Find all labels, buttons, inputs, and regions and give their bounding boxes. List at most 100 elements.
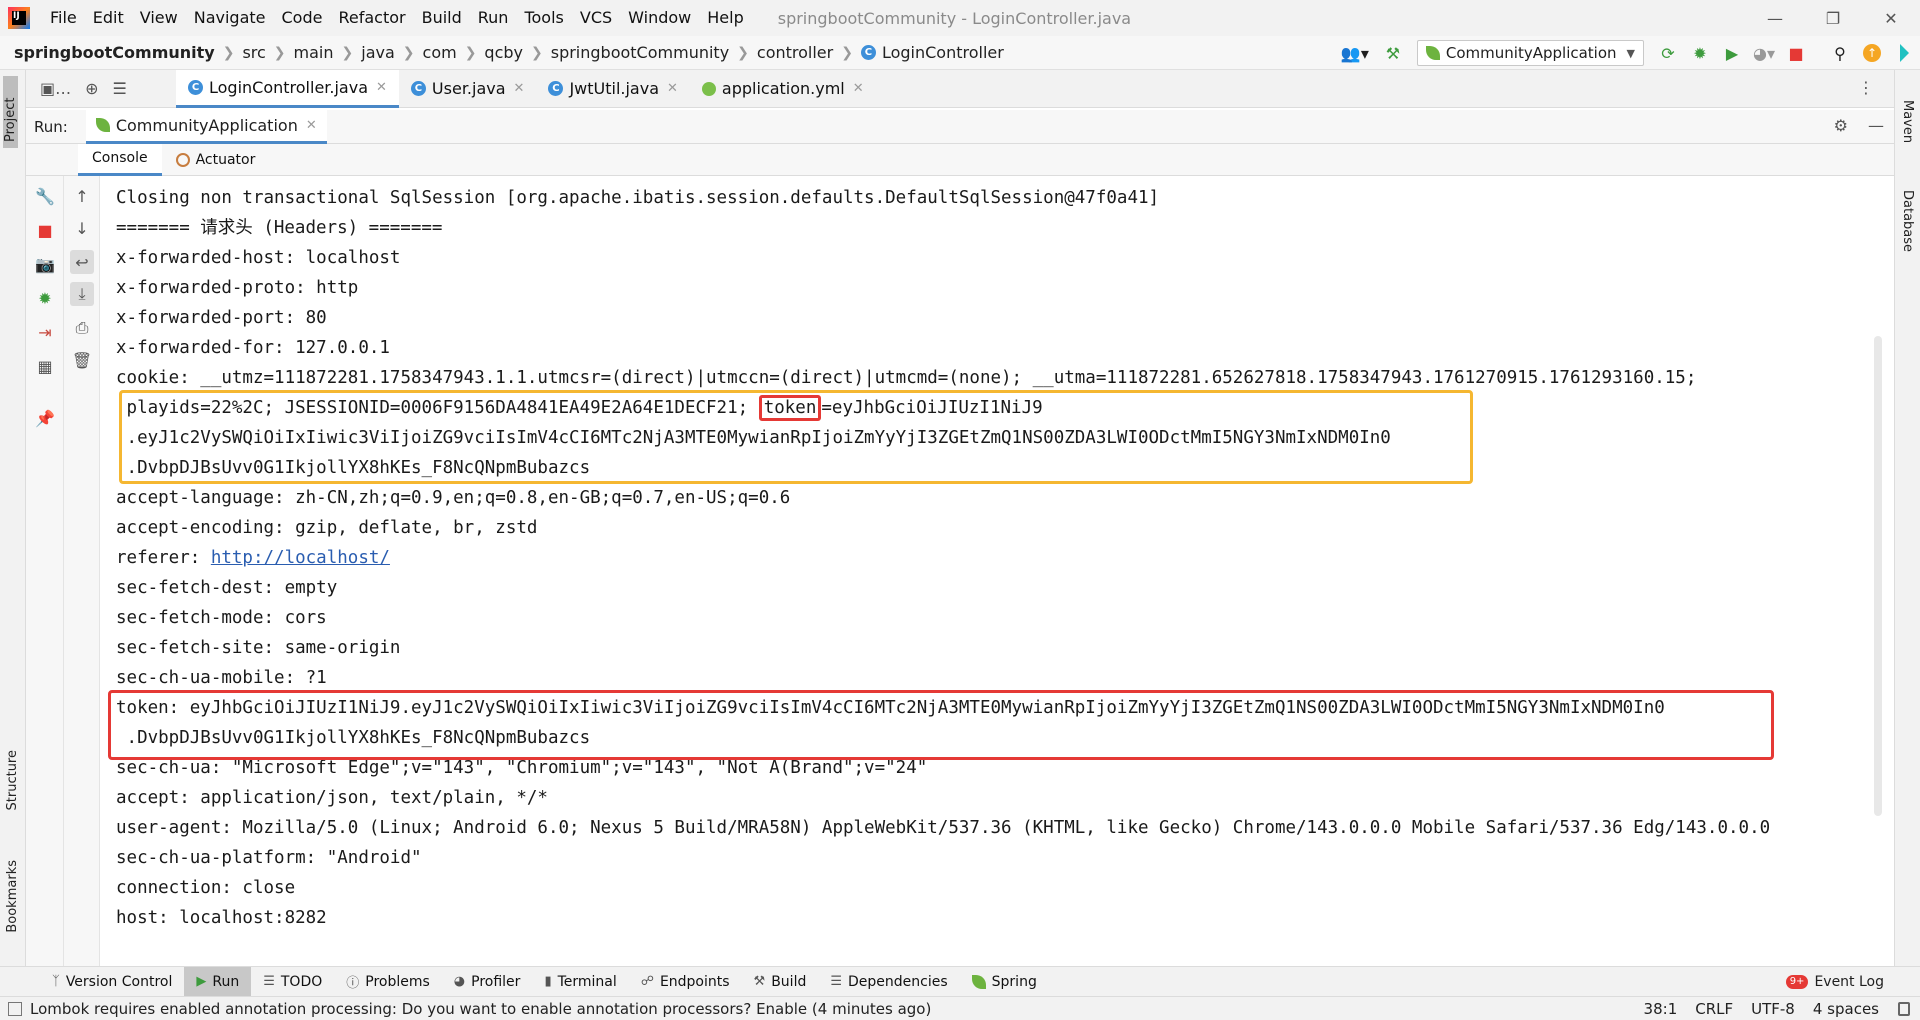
tab-label: LoginController.java [209,77,369,97]
soft-wrap-icon[interactable]: ↩ [70,250,94,274]
minimize-icon[interactable]: — [1746,0,1804,36]
tab-user[interactable]: C User.java ✕ [399,70,537,108]
close-icon[interactable]: ✕ [1862,0,1920,36]
tool-todo[interactable]: ☰ TODO [251,967,334,997]
close-icon[interactable]: ✕ [376,80,387,95]
status-message[interactable]: Lombok requires enabled annotation proce… [8,1000,931,1018]
update-icon[interactable]: ↑ [1858,39,1886,67]
menu-code[interactable]: Code [274,0,331,36]
scroll-to-end-icon[interactable]: ⤓ [70,282,94,306]
window-icon[interactable]: ▣… [40,79,71,98]
close-icon[interactable]: ✕ [667,81,678,96]
database-tab[interactable]: Database [1900,190,1915,252]
close-icon[interactable]: ✕ [306,118,317,133]
tool-dependencies[interactable]: ☰ Dependencies [818,967,959,997]
console-line: sec-ch-ua-mobile: ?1 [116,668,327,688]
close-icon[interactable]: ✕ [514,81,525,96]
menu-file[interactable]: File [42,0,85,36]
hammer-icon[interactable]: ⚒ [1379,39,1407,67]
locate-icon[interactable]: ⊕ [85,79,98,98]
tool-spring[interactable]: Spring [960,967,1049,997]
bookmarks-tab[interactable]: Bookmarks [5,860,20,933]
class-icon: C [860,45,876,60]
tool-problems[interactable]: ⓘ Problems [334,967,442,997]
arrow-down-icon[interactable]: ↓ [70,216,94,240]
profile-icon[interactable]: ◕▾ [1750,39,1778,67]
wrench-icon[interactable]: 🔧 [33,184,57,208]
breadcrumb-qcby[interactable]: qcby ❯ [476,43,542,62]
restore-icon[interactable]: ❐ [1804,0,1862,36]
file-encoding[interactable]: UTF-8 [1742,1000,1804,1018]
menu-refactor[interactable]: Refactor [330,0,413,36]
search-icon[interactable]: ⚲ [1826,39,1854,67]
tool-label: Dependencies [848,973,948,990]
breadcrumb-src[interactable]: src ❯ [234,43,285,62]
chevron-right-icon: ❯ [341,44,354,61]
trash-icon[interactable]: 🗑 [70,348,94,372]
vertical-scrollbar[interactable] [1874,336,1882,816]
project-tab[interactable]: Project [3,76,18,148]
arrow-up-icon[interactable]: ↑ [70,184,94,208]
menu-vcs[interactable]: VCS [572,0,620,36]
tool-profiler[interactable]: ◕ Profiler [442,967,533,997]
caret-position[interactable]: 38:1 [1635,1000,1687,1018]
menu-tools[interactable]: Tools [516,0,571,36]
breadcrumb-main[interactable]: main ❯ [286,43,354,62]
referer-link[interactable]: http://localhost/ [211,548,390,568]
user-icon[interactable]: 👥▾ [1335,39,1375,67]
menu-run[interactable]: Run [470,0,517,36]
tab-actuator[interactable]: Actuator [162,144,270,176]
exit-icon[interactable]: ⇥ [33,320,57,344]
breadcrumb-com[interactable]: com ❯ [415,43,477,62]
rerun-icon[interactable]: ⟳ [1654,39,1682,67]
tool-version-control[interactable]: ᛉ Version Control [40,967,184,997]
run-tab-community-application[interactable]: CommunityApplication ✕ [85,109,327,144]
chevron-down-icon: ▼ [1626,46,1635,60]
branch-icon: ᛉ [52,974,60,989]
console-line: sec-fetch-mode: cors [116,608,327,628]
coverage-icon[interactable]: ▶ [1718,39,1746,67]
breadcrumb-class[interactable]: C LoginController [853,43,1004,62]
tab-jwtutil[interactable]: C JwtUtil.java ✕ [536,70,689,108]
lock-icon[interactable] [1898,1002,1910,1016]
tool-endpoints[interactable]: ☍ Endpoints [629,967,742,997]
tab-login-controller[interactable]: C LoginController.java ✕ [176,69,399,108]
run-configuration-select[interactable]: CommunityApplication ▼ [1416,40,1644,66]
console-output[interactable]: Closing non transactional SqlSession [or… [100,176,1894,966]
print-icon[interactable]: ⎙ [70,316,94,340]
tab-label: application.yml [721,79,845,98]
pin-icon[interactable]: 📌 [33,406,57,430]
breadcrumb-package[interactable]: springbootCommunity ❯ [543,43,749,62]
menu-view[interactable]: View [132,0,186,36]
gear-icon[interactable]: ⚙ [1834,116,1848,135]
debug-icon[interactable]: ✹ [33,286,57,310]
camera-icon[interactable]: 📷 [33,252,57,276]
toolbox-icon[interactable] [1890,39,1918,67]
menu-navigate[interactable]: Navigate [186,0,274,36]
breadcrumb-project[interactable]: springbootCommunity ❯ [0,43,234,62]
menu-window[interactable]: Window [620,0,699,36]
debug-icon[interactable]: ✹ [1686,39,1714,67]
stop-icon[interactable]: ■ [1782,39,1810,67]
close-icon[interactable]: ✕ [853,81,864,96]
tool-run[interactable]: ▶ Run [184,966,252,997]
layout-icon[interactable]: ▦ [33,354,57,378]
collapse-icon[interactable]: ☰ [113,79,127,98]
hide-icon[interactable]: — [1868,116,1884,135]
indent-setting[interactable]: 4 spaces [1804,1000,1888,1018]
menu-help[interactable]: Help [699,0,751,36]
maven-tab[interactable]: Maven [1900,100,1915,143]
menu-edit[interactable]: Edit [85,0,132,36]
tab-application-yml[interactable]: application.yml ✕ [690,70,876,108]
menu-build[interactable]: Build [414,0,470,36]
tool-build[interactable]: ⚒ Build [742,967,819,997]
event-log-button[interactable]: 9+ Event Log [1785,967,1884,997]
line-separator[interactable]: CRLF [1686,1000,1742,1018]
breadcrumb-controller[interactable]: controller ❯ [749,43,853,62]
tool-terminal[interactable]: ▮ Terminal [532,967,628,997]
more-vertical-icon[interactable]: ⋮ [1858,78,1874,97]
breadcrumb-java[interactable]: java ❯ [353,43,414,62]
tab-console[interactable]: Console [78,143,162,176]
stop-icon[interactable]: ■ [33,218,57,242]
structure-tab[interactable]: Structure [5,750,20,810]
